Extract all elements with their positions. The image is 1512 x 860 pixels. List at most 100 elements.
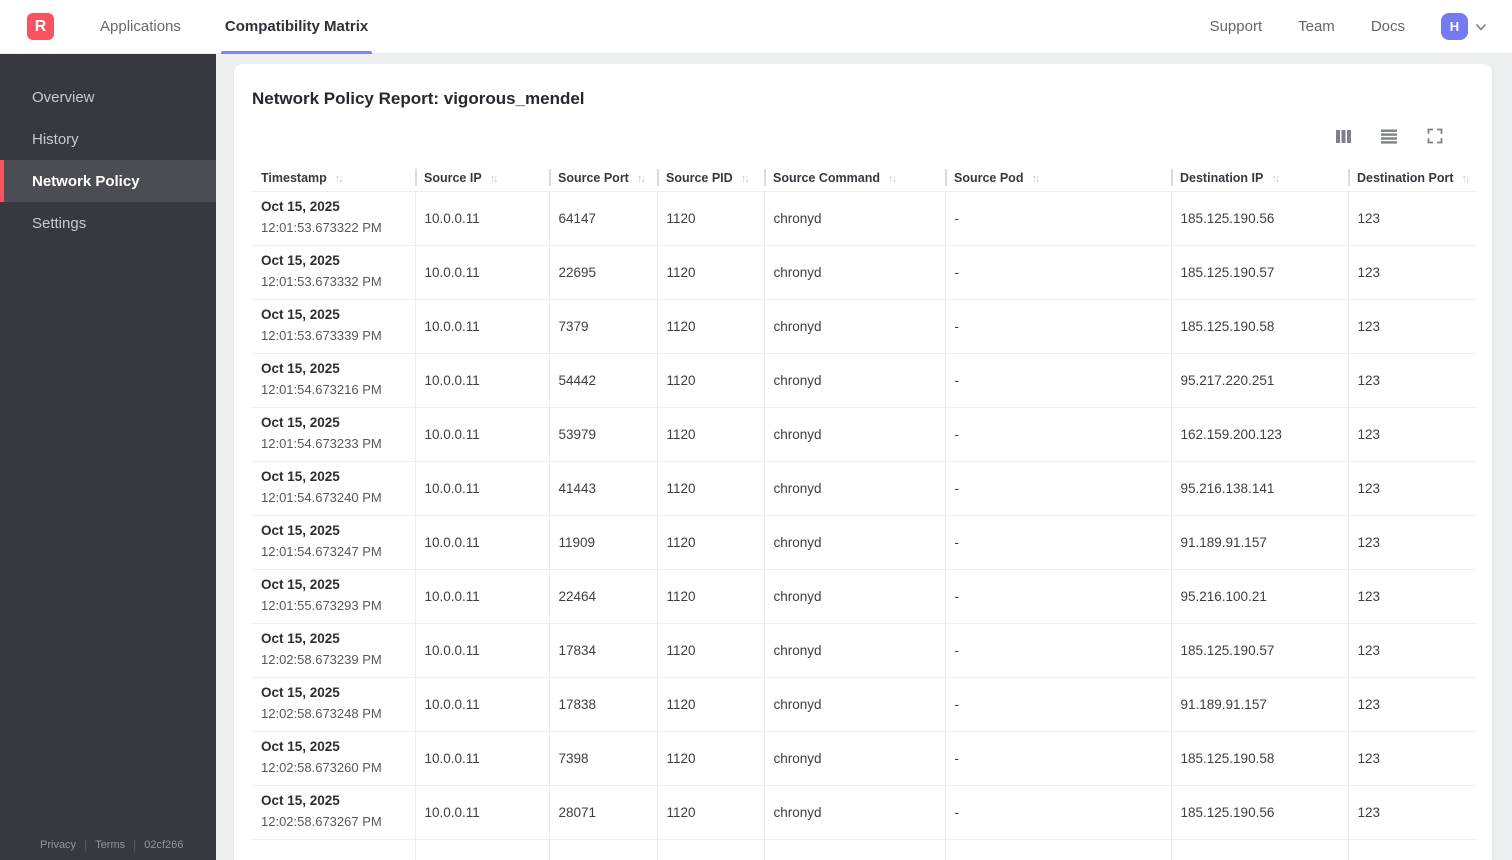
destination-port-cell: 123 xyxy=(1347,461,1476,515)
source-pid-cell: 1120 xyxy=(656,461,764,515)
column-header-source-pid[interactable]: Source PID ↑↓ xyxy=(657,165,764,191)
column-header-source-ip[interactable]: Source IP ↑↓ xyxy=(415,165,549,191)
column-header-destination-port[interactable]: Destination Port ↑↓ xyxy=(1348,165,1476,191)
app-logo[interactable]: R xyxy=(27,13,54,40)
footer-divider: | xyxy=(133,838,137,852)
column-label: Source Port xyxy=(558,170,629,185)
column-header-source-command[interactable]: Source Command ↑↓ xyxy=(764,165,945,191)
column-header-source-pod[interactable]: Source Pod ↑↓ xyxy=(945,165,1171,191)
source-pid-cell: 1120 xyxy=(656,569,764,623)
destination-port-cell: 123 xyxy=(1347,569,1476,623)
column-header-destination-ip[interactable]: Destination IP ↑↓ xyxy=(1171,165,1348,191)
chevron-down-icon[interactable] xyxy=(1474,20,1488,34)
docs-link[interactable]: Docs xyxy=(1371,18,1405,35)
source-ip-cell xyxy=(414,839,549,860)
source-pid-cell: 1120 xyxy=(656,731,764,785)
sort-icon[interactable]: ↑↓ xyxy=(637,173,646,185)
sort-icon[interactable]: ↑↓ xyxy=(490,173,499,185)
tab-applications[interactable]: Applications xyxy=(78,0,203,53)
table-row: Oct 15, 2025 12:01:53.673332 PM 10.0.0.11 2… xyxy=(252,245,1476,299)
timestamp-time: 12:01:54.673240 PM xyxy=(261,490,382,506)
destination-port-cell: 123 xyxy=(1347,299,1476,353)
source-ip-cell: 10.0.0.11 xyxy=(414,515,549,569)
destination-port-cell: 123 xyxy=(1347,245,1476,299)
sort-icon[interactable]: ↑↓ xyxy=(335,173,344,185)
timestamp-time: 12:01:55.673293 PM xyxy=(261,598,382,614)
timestamp-cell: Oct 15, 2025 12:02:58.673260 PM xyxy=(252,731,415,785)
source-pod-cell: - xyxy=(944,677,1171,731)
column-label: Source PID xyxy=(666,170,733,185)
team-link[interactable]: Team xyxy=(1298,18,1335,35)
column-header-timestamp[interactable]: Timestamp ↑↓ xyxy=(252,165,415,191)
destination-ip-cell: 162.159.200.123 xyxy=(1170,407,1348,461)
source-command-cell: chronyd xyxy=(763,785,945,839)
timestamp-date: Oct 15, 2025 xyxy=(261,469,340,485)
columns-view-icon[interactable] xyxy=(1330,123,1356,149)
destination-ip-cell xyxy=(1170,839,1348,860)
timestamp-cell: Oct 15, 2025 12:01:54.673233 PM xyxy=(252,407,415,461)
timestamp-date: Oct 15, 2025 xyxy=(261,793,340,809)
source-pod-cell: - xyxy=(944,245,1171,299)
network-policy-table: Timestamp ↑↓ Source IP ↑↓ Source Port ↑↓ Sourc… xyxy=(252,165,1476,860)
timestamp-cell: Oct 15, 2025 12:01:54.673247 PM xyxy=(252,515,415,569)
sidebar-item-overview[interactable]: Overview xyxy=(0,76,216,118)
timestamp-date: Oct 15, 2025 xyxy=(261,856,409,860)
support-link[interactable]: Support xyxy=(1210,18,1263,35)
table-row: Oct 15, 2025 12:01:54.673247 PM 10.0.0.11 1… xyxy=(252,515,1476,569)
source-command-cell: chronyd xyxy=(763,353,945,407)
source-command-cell: chronyd xyxy=(763,407,945,461)
source-ip-cell: 10.0.0.11 xyxy=(414,245,549,299)
source-port-cell xyxy=(548,839,657,860)
timestamp-date: Oct 15, 2025 xyxy=(261,523,340,539)
source-pid-cell: 1120 xyxy=(656,407,764,461)
column-header-source-port[interactable]: Source Port ↑↓ xyxy=(549,165,657,191)
user-avatar[interactable]: H xyxy=(1441,13,1468,40)
timestamp-time: 12:01:54.673233 PM xyxy=(261,436,382,452)
destination-port-cell xyxy=(1347,839,1476,860)
source-ip-cell: 10.0.0.11 xyxy=(414,623,549,677)
rows-view-icon[interactable] xyxy=(1376,123,1402,149)
source-port-cell: 11909 xyxy=(548,515,657,569)
table-row: Oct 15, 2025 12:01:54.673233 PM 10.0.0.11 5… xyxy=(252,407,1476,461)
sidebar-item-settings[interactable]: Settings xyxy=(0,202,216,244)
table-body: Oct 15, 2025 12:01:53.673322 PM 10.0.0.11 6… xyxy=(252,191,1476,860)
sort-icon[interactable]: ↑↓ xyxy=(741,173,750,185)
destination-port-cell: 123 xyxy=(1347,731,1476,785)
timestamp-time: 12:02:58.673260 PM xyxy=(261,760,382,776)
terms-link[interactable]: Terms xyxy=(95,839,125,851)
footer-divider: | xyxy=(84,838,88,852)
destination-ip-cell: 185.125.190.56 xyxy=(1170,191,1348,245)
source-pod-cell: - xyxy=(944,407,1171,461)
timestamp-cell: Oct 15, 2025 12:01:54.673240 PM xyxy=(252,461,415,515)
sort-icon[interactable]: ↑↓ xyxy=(888,173,897,185)
table-row: Oct 15, 2025 12:01:54.673216 PM 10.0.0.11 5… xyxy=(252,353,1476,407)
table-row: Oct 15, 2025 12:01:54.673240 PM 10.0.0.11 4… xyxy=(252,461,1476,515)
sidebar-item-network-policy[interactable]: Network Policy xyxy=(0,160,216,202)
destination-ip-cell: 185.125.190.56 xyxy=(1170,785,1348,839)
sidebar-item-history[interactable]: History xyxy=(0,118,216,160)
source-command-cell: chronyd xyxy=(763,569,945,623)
column-label: Timestamp xyxy=(261,170,327,185)
source-pod-cell: - xyxy=(944,785,1171,839)
sort-icon[interactable]: ↑↓ xyxy=(1271,173,1280,185)
table-row: Oct 15, 2025 12:02:58.673260 PM 10.0.0.11 7… xyxy=(252,731,1476,785)
destination-ip-cell: 185.125.190.58 xyxy=(1170,299,1348,353)
source-port-cell: 64147 xyxy=(548,191,657,245)
tab-compatibility-matrix[interactable]: Compatibility Matrix xyxy=(203,0,390,54)
top-navigation-bar: R Applications Compatibility Matrix Supp… xyxy=(0,0,1512,54)
source-pid-cell: 1120 xyxy=(656,299,764,353)
source-port-cell: 22464 xyxy=(548,569,657,623)
sort-icon[interactable]: ↑↓ xyxy=(1031,173,1040,185)
destination-ip-cell: 185.125.190.57 xyxy=(1170,623,1348,677)
fullscreen-icon[interactable] xyxy=(1422,123,1448,149)
destination-port-cell: 123 xyxy=(1347,677,1476,731)
timestamp-cell: Oct 15, 2025 12:01:55.673293 PM xyxy=(252,569,415,623)
table-row: Oct 15, 2025 12:02:58.673239 PM 10.0.0.11 1… xyxy=(252,623,1476,677)
sort-icon[interactable]: ↑↓ xyxy=(1462,173,1471,185)
privacy-link[interactable]: Privacy xyxy=(40,839,76,851)
timestamp-cell: Oct 15, 2025 12:01:53.673332 PM xyxy=(252,245,415,299)
source-port-cell: 53979 xyxy=(548,407,657,461)
timestamp-date: Oct 15, 2025 xyxy=(261,577,340,593)
source-ip-cell: 10.0.0.11 xyxy=(414,407,549,461)
source-command-cell: chronyd xyxy=(763,677,945,731)
